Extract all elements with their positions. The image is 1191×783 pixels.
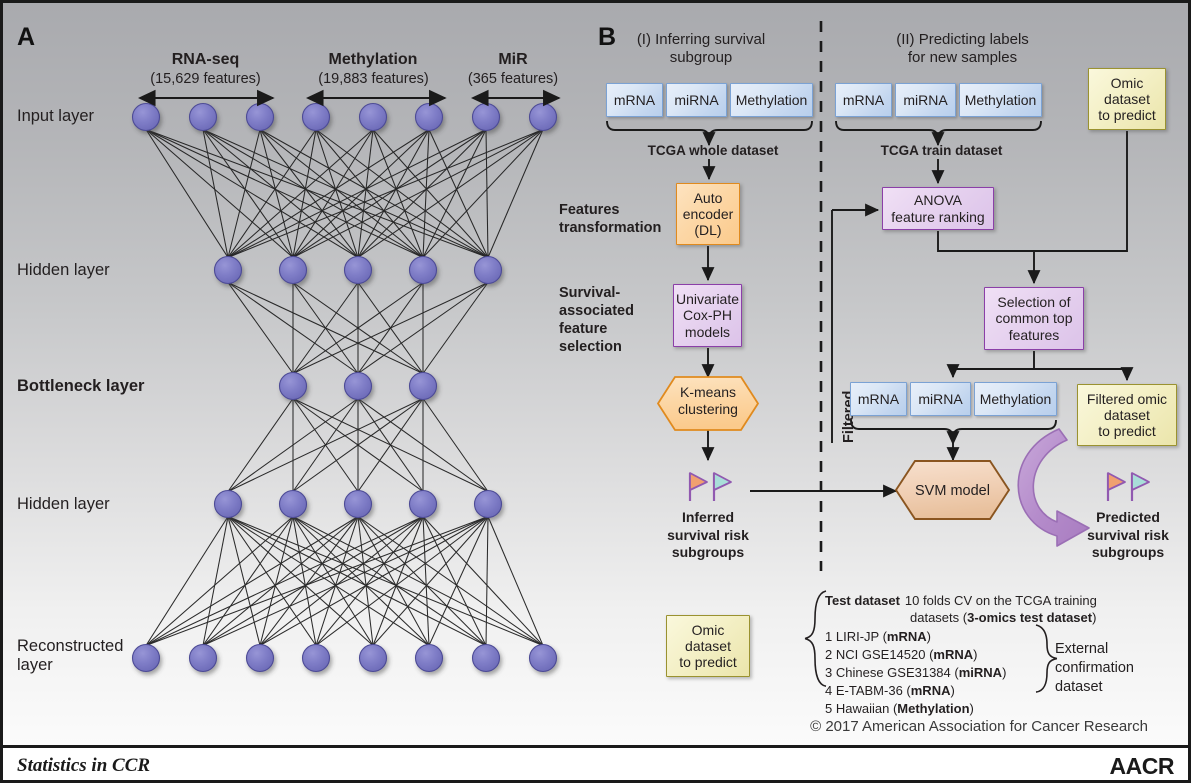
legend-item-omic-3: miRNA <box>958 664 1003 680</box>
bracket-right-omics <box>937 120 1042 140</box>
copyright-notice: © 2017 American Association for Cancer R… <box>810 718 1148 735</box>
legend-test-dataset-header: Test dataset 10 folds CV on the TCGA trai… <box>825 593 1145 627</box>
panel-b-heading-left: (I) Inferring survival subgroup <box>636 31 766 67</box>
legend-item-num-3: 3 <box>825 664 833 680</box>
bracket-filtered-omics <box>850 419 954 439</box>
footer-journal-section: Statistics in CCR <box>17 755 151 776</box>
legend-item-tail-4: ) <box>950 682 955 698</box>
legend-item-name-5: Hawaiian ( <box>835 700 898 716</box>
node-omic-dataset-to-predict-top[interactable]: Omic dataset to predict <box>1088 68 1166 130</box>
legend-item-omic-4: mRNA <box>910 682 951 698</box>
legend-item-num-4: 4 <box>825 682 833 698</box>
omic-box-right-methylation[interactable]: Methylation <box>959 83 1042 117</box>
omic-box-right-mirna[interactable]: miRNA <box>895 83 956 117</box>
dataset-label-right: TCGA train dataset <box>880 143 1003 158</box>
legend-item-omic-2: mRNA <box>933 646 974 662</box>
figure-root: A RNA-seq (15,629 features) Methylation … <box>0 0 1191 783</box>
dataset-label-left: TCGA whole dataset <box>647 143 779 158</box>
node-kmeans-label: K-means <box>680 384 736 400</box>
node-svm-label: SVM model <box>915 483 990 499</box>
node-omic-dataset-to-predict-bottom[interactable]: Omic dataset to predict <box>666 615 750 677</box>
legend-item-omic-5: Methylation <box>897 700 970 716</box>
node-autoencoder[interactable]: Auto encoder (DL) <box>676 183 740 245</box>
legend-external-brace <box>1035 624 1058 693</box>
result-label-predicted: Predicted survival risk subgroups <box>1087 509 1169 560</box>
node-anova[interactable]: ANOVA feature ranking <box>882 187 994 230</box>
result-label-inferred: Inferred survival risk subgroups <box>667 509 749 560</box>
figure-canvas: A RNA-seq (15,629 features) Methylation … <box>0 0 1191 745</box>
filtered-omic-box-methylation[interactable]: Methylation <box>974 382 1057 416</box>
filtered-omic-box-mirna[interactable]: miRNA <box>910 382 971 416</box>
bracket-right-omics <box>835 120 939 140</box>
bracket-left-omics <box>708 120 813 140</box>
omic-box-left-methylation[interactable]: Methylation <box>730 83 813 117</box>
legend-item-num-5: 5 <box>825 700 833 716</box>
footer-publisher-logo: AACR <box>1109 753 1175 779</box>
legend-item-name-3: Chinese GSE31384 ( <box>835 664 959 680</box>
legend-list-item: 1 LIRI-JP (mRNA) <box>825 628 1006 646</box>
legend-test-dataset-desc2-pre: datasets ( <box>910 609 968 625</box>
inferred-risk-flags <box>688 472 732 501</box>
filtered-omic-box-mrna[interactable]: mRNA <box>850 382 907 416</box>
legend-list-item: 4 E-TABM-36 (mRNA) <box>825 682 1006 700</box>
legend-test-dataset-desc1: 10 folds CV on the TCGA training <box>904 593 1097 608</box>
legend-item-tail-1: ) <box>926 629 931 644</box>
legend-item-tail-2: ) <box>973 646 978 662</box>
figure-footer: Statistics in CCR AACR <box>0 745 1191 783</box>
legend-item-tail-3: ) <box>1002 664 1007 680</box>
legend-item-num-1: 1 <box>825 629 833 644</box>
legend-item-name-1: LIRI-JP ( <box>835 629 887 644</box>
panel-b-heading-right: (II) Predicting labels for new samples <box>896 31 1029 67</box>
node-cox-ph[interactable]: Univariate Cox-PH models <box>673 284 742 347</box>
node-kmeans-label: clustering <box>678 401 738 417</box>
arrow-selection-to-filtered-dataset <box>1034 367 1134 382</box>
legend-test-dataset-desc2-post: ) <box>1092 609 1097 625</box>
bracket-filtered-omics <box>952 419 1057 439</box>
legend-item-num-2: 2 <box>825 646 833 662</box>
bracket-left-omics <box>606 120 710 140</box>
legend-external-confirmation-label: External confirmation dataset <box>1055 641 1134 695</box>
node-selection-common-top-features[interactable]: Selection of common top features <box>984 287 1084 350</box>
legend-dataset-list: 1 LIRI-JP (mRNA) 2 NCI GSE14520 (mRNA) 3… <box>825 628 1006 718</box>
legend-list-item: 3 Chinese GSE31384 (miRNA) <box>825 664 1006 682</box>
stage-label-features-transformation: Features transformation <box>559 202 662 237</box>
legend-item-name-2: NCI GSE14520 ( <box>835 646 934 662</box>
arrow-omic-predict-to-selection <box>1034 131 1128 252</box>
legend-outer-brace <box>804 590 827 687</box>
legend-list-item: 2 NCI GSE14520 (mRNA) <box>825 646 1006 664</box>
arrow-anova-to-selection <box>937 231 1041 285</box>
legend-test-dataset-label: Test dataset <box>825 593 900 608</box>
legend-item-tail-5: ) <box>969 700 974 716</box>
arrow-selection-to-filtered-omics <box>946 351 1035 379</box>
legend-test-dataset-desc2-bold: 3-omics test dataset <box>967 609 1093 625</box>
node-filtered-omic-dataset-to-predict[interactable]: Filtered omic dataset to predict <box>1077 384 1177 446</box>
omic-box-right-mrna[interactable]: mRNA <box>835 83 892 117</box>
legend-item-omic-1: mRNA <box>886 629 927 644</box>
omic-box-left-mrna[interactable]: mRNA <box>606 83 663 117</box>
predicted-risk-flags <box>1106 472 1150 501</box>
omic-box-left-mirna[interactable]: miRNA <box>666 83 727 117</box>
stage-label-feature-selection: Survival-associated feature selection <box>559 285 634 356</box>
legend-list-item: 5 Hawaiian (Methylation) <box>825 700 1006 718</box>
legend-item-name-4: E-TABM-36 ( <box>835 682 911 698</box>
